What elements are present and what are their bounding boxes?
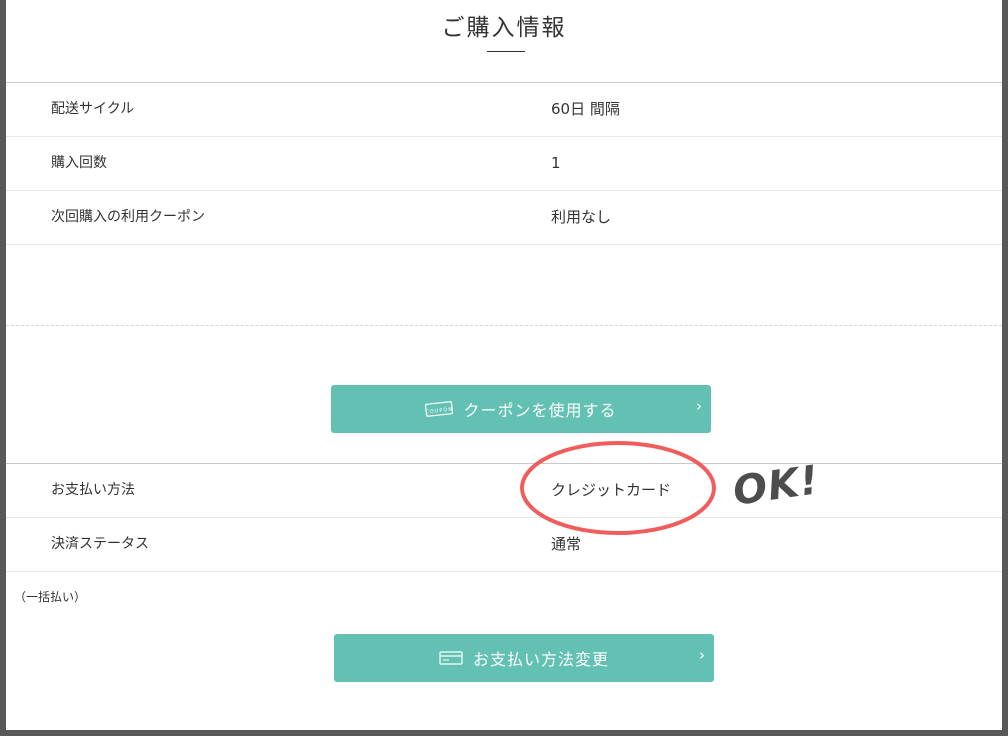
row-value: 60日 間隔	[551, 100, 620, 118]
row-delivery-cycle: 配送サイクル 60日 間隔	[6, 83, 1002, 137]
row-label: 次回購入の利用クーポン	[51, 209, 205, 225]
page-title: ご購入情報	[441, 15, 567, 41]
row-label: 配送サイクル	[51, 101, 135, 117]
row-payment-method: お支払い方法 クレジットカード	[6, 464, 1002, 518]
row-label: お支払い方法	[51, 482, 135, 498]
purchase-info-panel: ご購入情報 配送サイクル 60日 間隔 購入回数 1 次回購入の利用クーポン 利…	[6, 0, 1002, 730]
chevron-right-icon: ›	[699, 646, 706, 664]
row-purchase-count: 購入回数 1	[6, 137, 1002, 191]
credit-card-icon	[439, 651, 463, 665]
change-payment-method-button[interactable]: お支払い方法変更 ›	[334, 634, 714, 682]
row-next-coupon: 次回購入の利用クーポン 利用なし	[6, 191, 1002, 245]
row-label: 決済ステータス	[51, 536, 149, 552]
chevron-right-icon: ›	[696, 397, 703, 415]
use-coupon-button[interactable]: COUPON クーポンを使用する ›	[331, 385, 711, 433]
annotation-circle	[520, 441, 716, 535]
row-payment-status: 決済ステータス 通常	[6, 518, 1002, 572]
dashed-divider	[6, 325, 1002, 326]
change-payment-label: お支払い方法変更	[472, 650, 609, 669]
row-value: 利用なし	[551, 208, 612, 226]
row-value: 1	[551, 154, 561, 172]
title-underline	[487, 51, 525, 52]
row-label: 購入回数	[51, 155, 107, 171]
use-coupon-label: クーポンを使用する	[463, 401, 617, 420]
coupon-icon: COUPON	[425, 401, 454, 417]
payment-note: （一括払い）	[14, 590, 87, 604]
